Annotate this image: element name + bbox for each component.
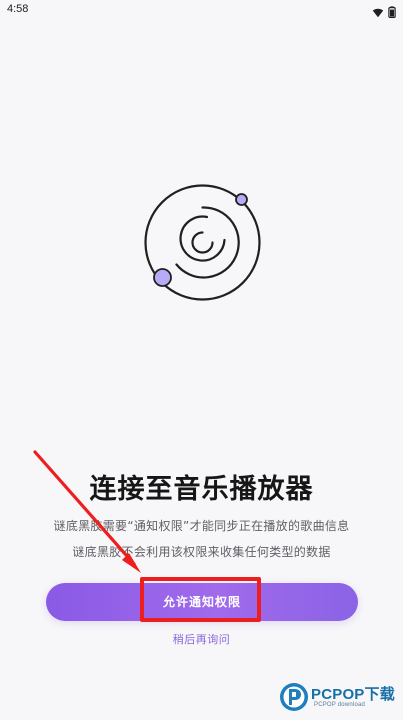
music-disc-icon	[144, 184, 261, 301]
battery-icon	[388, 3, 396, 22]
page-title: 连接至音乐播放器	[89, 474, 314, 505]
wifi-icon	[372, 3, 384, 22]
hero-music-icon-container	[140, 180, 265, 305]
description-line-2: 谜底黑胶不会利用该权限来收集任何类型的数据	[72, 545, 331, 559]
status-time: 4:58	[7, 3, 29, 15]
pcpop-watermark: PCPOP下载 PCPOP download	[278, 681, 398, 714]
pcpop-logo-icon	[278, 681, 310, 713]
status-icons	[372, 3, 396, 22]
watermark-subtext: PCPOP download	[314, 702, 366, 708]
ask-later-link[interactable]: 稍后再询问	[0, 631, 403, 647]
allow-notification-permission-button[interactable]: 允许通知权限	[46, 583, 358, 621]
status-bar: 4:58	[0, 0, 403, 22]
watermark-brand: PCPOP下载	[311, 686, 395, 703]
description-line-1: 谜底黑胶需要“通知权限”才能同步正在播放的歌曲信息	[53, 519, 350, 533]
